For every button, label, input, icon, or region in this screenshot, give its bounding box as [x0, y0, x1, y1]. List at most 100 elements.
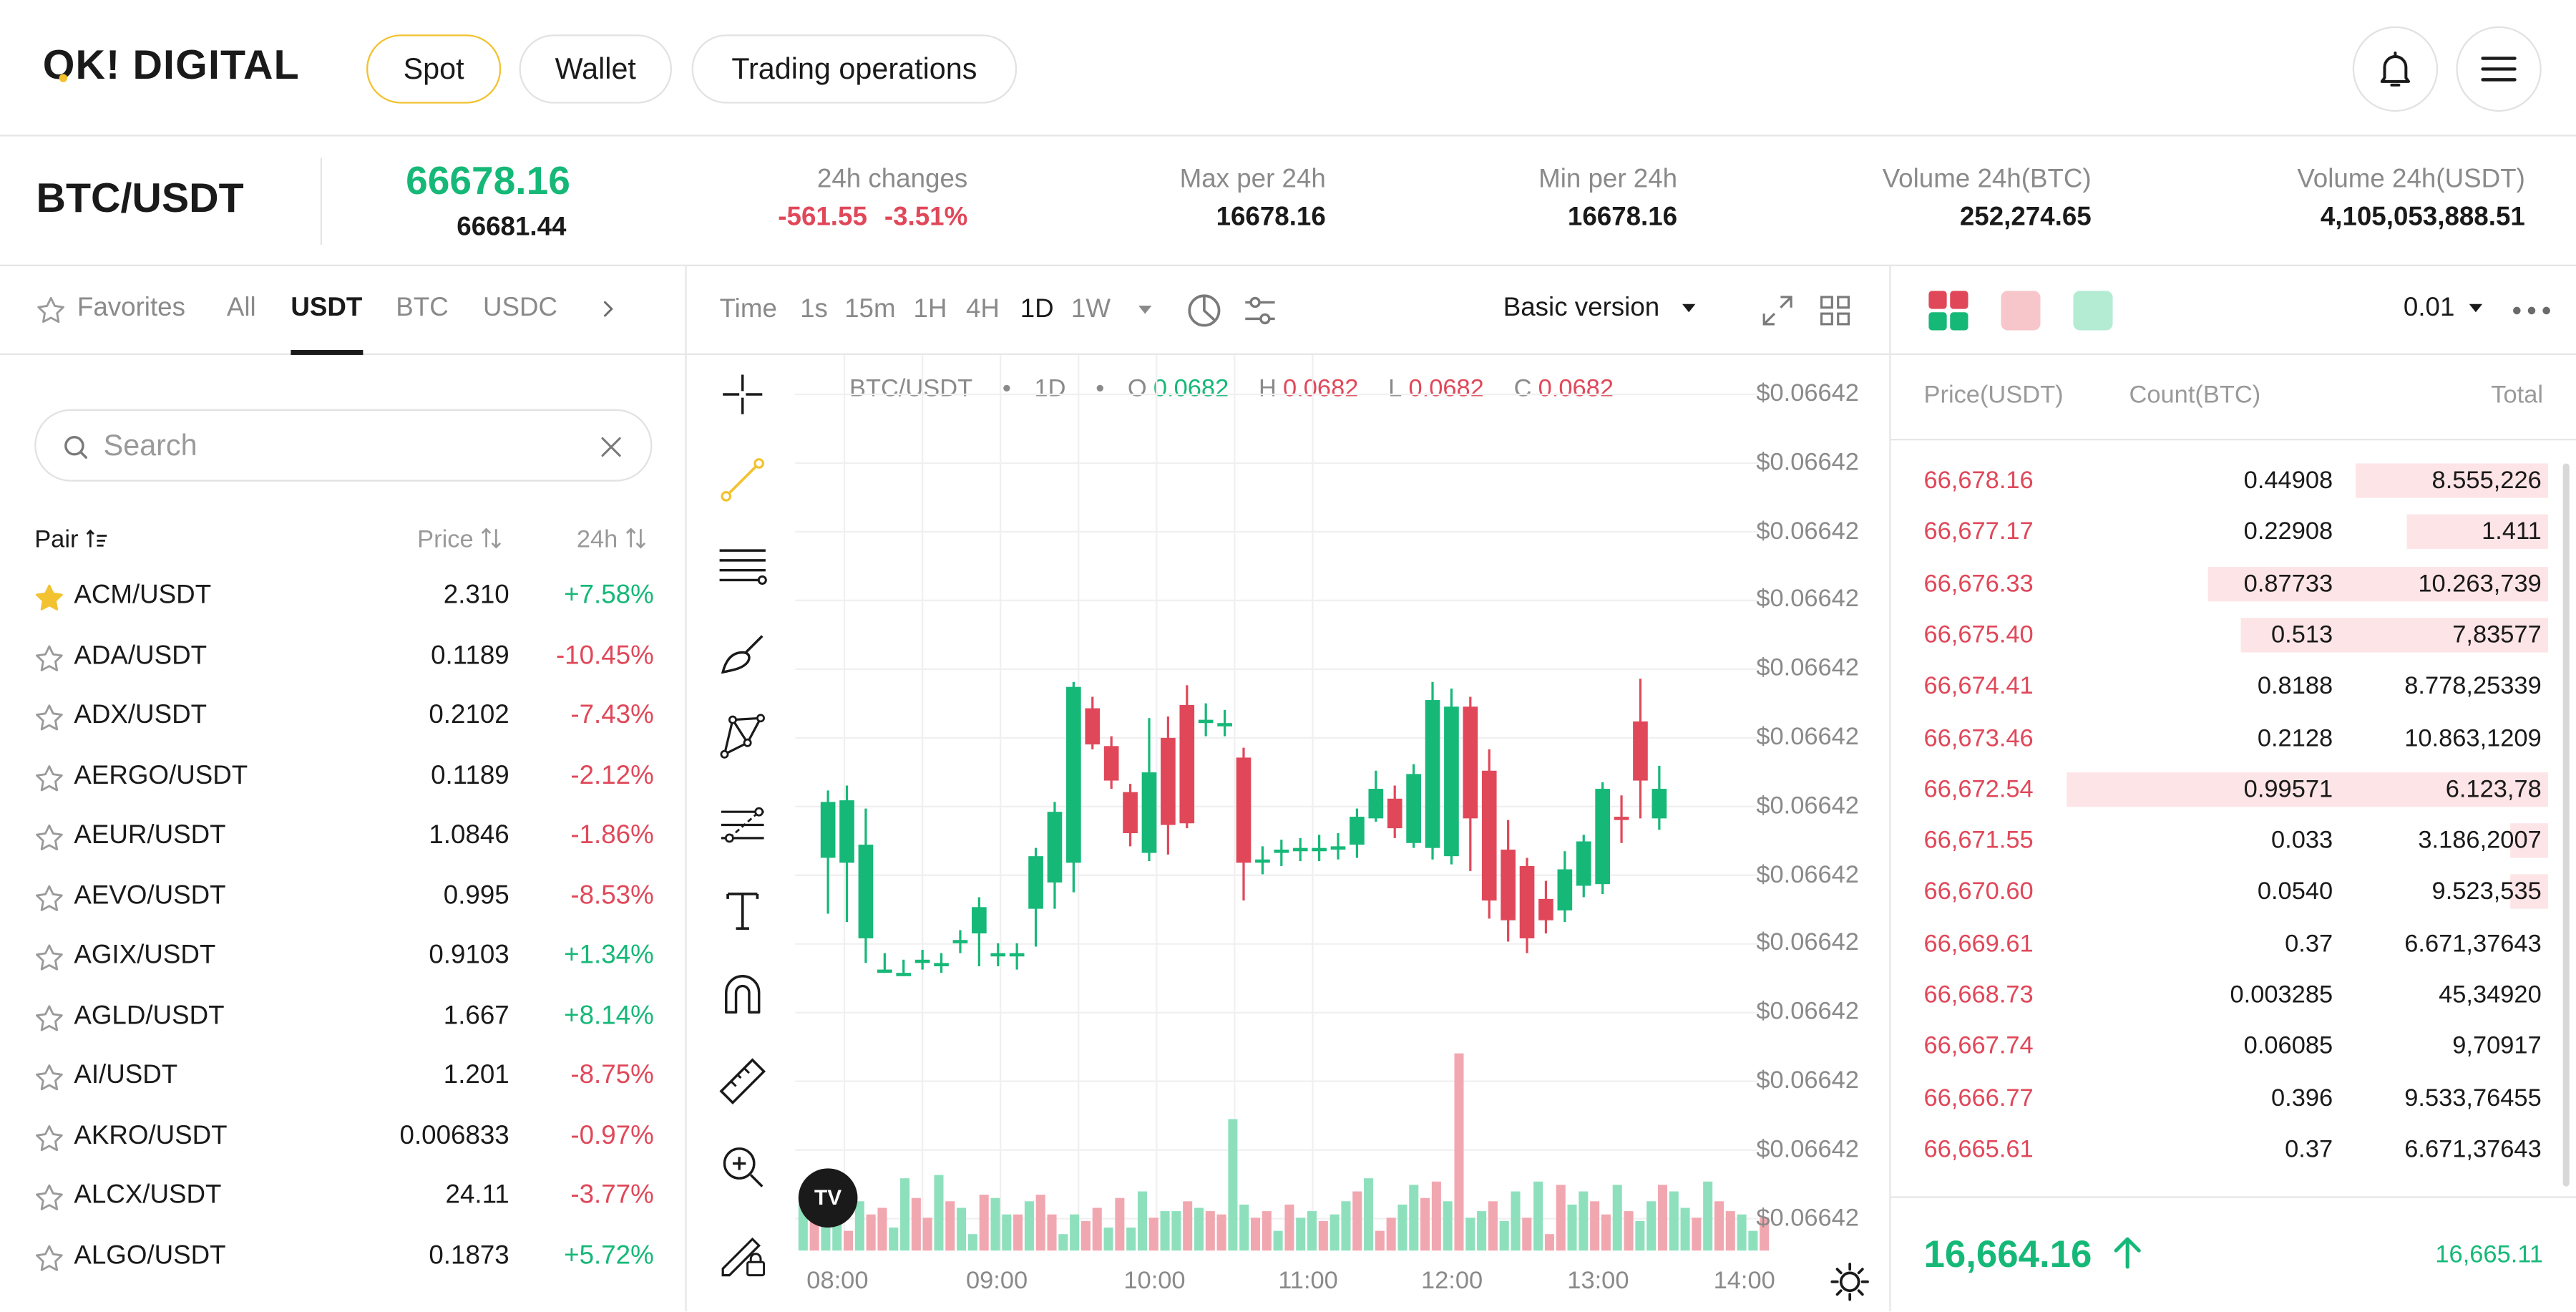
- nav-trading-operations-button[interactable]: Trading operations: [691, 34, 1018, 104]
- star-outline-icon[interactable]: [33, 1122, 66, 1155]
- ruler-icon[interactable]: [716, 1055, 769, 1107]
- ask-row[interactable]: 66,674.41 0.8188 8.778,25339: [1891, 663, 2565, 714]
- zoom-in-icon[interactable]: [716, 1140, 769, 1192]
- ask-row[interactable]: 66,677.17 0.22908 1.411: [1891, 508, 2565, 559]
- market-change: +8.14%: [564, 1001, 654, 1030]
- book-asks-only-icon[interactable]: [1999, 289, 2042, 332]
- brand-logo[interactable]: O K! DIGITAL: [43, 43, 300, 91]
- ask-total: 6.671,37643: [2404, 1135, 2542, 1164]
- market-price: 0.1189: [431, 641, 509, 670]
- market-row[interactable]: ADA/USDT 0.1189 -10.45%: [33, 628, 654, 688]
- market-row[interactable]: AEVO/USDT 0.995 -8.53%: [33, 868, 654, 928]
- timeframe-1w[interactable]: 1W: [1071, 296, 1111, 325]
- order-book: 0.01 Price(USDT) Count(BTC) Total 66,678…: [1890, 266, 2576, 1311]
- precision-selector[interactable]: 0.01: [2404, 294, 2484, 324]
- star-outline-icon[interactable]: [33, 642, 66, 675]
- pattern-icon[interactable]: [716, 710, 769, 762]
- market-row[interactable]: ALCX/USDT 24.11 -3.77%: [33, 1168, 654, 1228]
- fullscreen-icon[interactable]: [1760, 293, 1796, 329]
- star-outline-icon[interactable]: [33, 701, 66, 734]
- candlestick-chart[interactable]: [795, 354, 1890, 1311]
- menu-button[interactable]: [2456, 26, 2542, 112]
- ask-row[interactable]: 66,676.33 0.87733 10.263,739: [1891, 560, 2565, 611]
- star-filled-icon[interactable]: [33, 582, 66, 615]
- tab-usdc[interactable]: USDC: [483, 294, 557, 324]
- tab-all[interactable]: All: [227, 294, 256, 324]
- tab-btc[interactable]: BTC: [396, 294, 448, 324]
- tradingview-logo[interactable]: TV: [798, 1168, 858, 1228]
- tab-usdt[interactable]: USDT: [291, 294, 362, 324]
- stat-value: -561.55 -3.51%: [772, 204, 967, 233]
- tab-favorites[interactable]: Favorites: [77, 294, 185, 324]
- layout-grid-icon[interactable]: [1817, 293, 1853, 329]
- market-price: 0.995: [443, 881, 509, 910]
- book-both-sides-icon[interactable]: [1927, 289, 1970, 332]
- chevron-right-icon[interactable]: [596, 298, 619, 321]
- timeframe-1h[interactable]: 1H: [914, 296, 947, 325]
- sun-theme-icon[interactable]: [1828, 1260, 1871, 1303]
- column-header-24h[interactable]: 24h: [577, 526, 648, 554]
- indicators-pie-icon[interactable]: [1184, 291, 1224, 330]
- price-axis-label: $0.06642: [1756, 448, 1859, 477]
- timeframe-1s[interactable]: 1s: [800, 296, 828, 325]
- star-outline-icon[interactable]: [33, 822, 66, 855]
- star-outline-icon[interactable]: [33, 1001, 66, 1034]
- fibonacci-icon[interactable]: [716, 799, 769, 851]
- active-tab-indicator: [291, 350, 364, 355]
- market-row[interactable]: AEUR/USDT 1.0846 -1.86%: [33, 809, 654, 868]
- market-row[interactable]: ACM/USDT 2.310 +7.58%: [33, 568, 654, 628]
- market-row[interactable]: ADX/USDT 0.2102 -7.43%: [33, 689, 654, 748]
- order-book-scrollbar[interactable]: [2562, 463, 2570, 1187]
- book-bids-only-icon[interactable]: [2072, 289, 2114, 332]
- ask-row[interactable]: 66,668.73 0.003285 45,34920: [1891, 971, 2565, 1022]
- market-row[interactable]: AI/USDT 1.201 -8.75%: [33, 1049, 654, 1108]
- nav-spot-button[interactable]: Spot: [366, 34, 502, 104]
- ask-row[interactable]: 66,672.54 0.99571 6.123,78: [1891, 765, 2565, 816]
- settings-sliders-icon[interactable]: [1240, 291, 1279, 330]
- clear-icon[interactable]: [596, 432, 625, 462]
- market-row[interactable]: AGIX/USDT 0.9103 +1.34%: [33, 928, 654, 988]
- candle-down: [1179, 704, 1195, 824]
- lock-drawings-icon[interactable]: [716, 1226, 769, 1278]
- market-row[interactable]: AKRO/USDT 0.006833 -0.97%: [33, 1109, 654, 1168]
- ask-row[interactable]: 66,666.77 0.396 9.533,76455: [1891, 1074, 2565, 1125]
- more-dots-icon[interactable]: [2512, 306, 2551, 316]
- magnet-icon[interactable]: [716, 970, 769, 1022]
- notifications-button[interactable]: [2352, 26, 2439, 112]
- ask-row[interactable]: 66,669.61 0.37 6.671,37643: [1891, 920, 2565, 971]
- volume-bar-down: [1216, 1214, 1226, 1251]
- star-outline-icon[interactable]: [33, 1061, 66, 1094]
- market-row[interactable]: ALGO/USDT 0.1873 +5.72%: [33, 1228, 654, 1288]
- brush-icon[interactable]: [716, 628, 769, 680]
- price-axis-label: $0.06642: [1756, 517, 1859, 545]
- star-outline-icon[interactable]: [33, 942, 66, 975]
- text-tool-icon[interactable]: [716, 884, 769, 936]
- timeframe-15m[interactable]: 15m: [844, 296, 895, 325]
- candle-up: [896, 973, 912, 976]
- ask-row[interactable]: 66,667.74 0.06085 9,70917: [1891, 1023, 2565, 1074]
- column-header-price[interactable]: Price: [417, 526, 503, 554]
- trend-line-icon[interactable]: [716, 454, 769, 506]
- caret-down-icon[interactable]: [1137, 304, 1153, 317]
- column-header-pair[interactable]: Pair: [34, 526, 108, 554]
- market-row[interactable]: AERGO/USDT 0.1189 -2.12%: [33, 749, 654, 808]
- market-row[interactable]: AGLD/USDT 1.667 +8.14%: [33, 988, 654, 1048]
- star-outline-icon[interactable]: [33, 1242, 66, 1275]
- nav-wallet-button[interactable]: Wallet: [519, 34, 673, 104]
- ask-row[interactable]: 66,678.16 0.44908 8.555,226: [1891, 457, 2565, 507]
- timeframe-4h[interactable]: 4H: [966, 296, 1000, 325]
- ask-row[interactable]: 66,665.61 0.37 6.671,37643: [1891, 1125, 2565, 1176]
- star-outline-icon[interactable]: [33, 1182, 66, 1215]
- crosshair-icon[interactable]: [716, 368, 769, 420]
- time-axis-label: 13:00: [1567, 1267, 1629, 1296]
- version-selector[interactable]: Basic version: [1503, 294, 1697, 324]
- ask-row[interactable]: 66,671.55 0.033 3.186,2007: [1891, 817, 2565, 868]
- star-outline-icon[interactable]: [33, 882, 66, 915]
- ask-row[interactable]: 66,673.46 0.2128 10.863,1209: [1891, 714, 2565, 765]
- timeframe-1d[interactable]: 1D: [1020, 296, 1054, 325]
- ask-row[interactable]: 66,675.40 0.513 7,83577: [1891, 611, 2565, 662]
- horizontal-lines-icon[interactable]: [716, 539, 769, 591]
- ask-row[interactable]: 66,670.60 0.0540 9.523,535: [1891, 868, 2565, 919]
- star-outline-icon[interactable]: [33, 762, 66, 795]
- market-search-field[interactable]: Search: [34, 409, 653, 482]
